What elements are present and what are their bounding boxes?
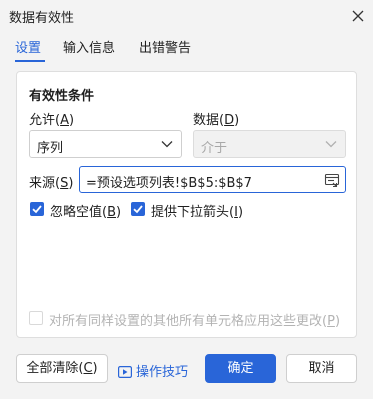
section-title: 有效性条件	[29, 89, 95, 104]
source-label: 来源(S)	[29, 176, 74, 191]
in-cell-dropdown-checkbox[interactable]	[131, 202, 145, 216]
source-input[interactable]: =预设选项列表!$B$5:$B$7	[79, 166, 346, 193]
tab-bar: 设置 输入信息 出错警告	[0, 34, 373, 62]
tips-link[interactable]: 操作技巧	[118, 361, 188, 380]
allow-value: 序列	[37, 141, 64, 156]
validation-criteria-panel: 有效性条件 允许(A) 序列 数据(D) 介于 来源(S) =预设选项列表!$B…	[16, 71, 357, 338]
checkmark-icon	[32, 205, 42, 214]
allow-select[interactable]: 序列	[29, 130, 182, 158]
data-label: 数据(D)	[193, 113, 240, 128]
data-validation-dialog: 数据有效性 设置 输入信息 出错警告 有效性条件 允许(A) 序列 数据(D) …	[0, 0, 373, 399]
ignore-blank-label[interactable]: 忽略空值(B)	[50, 201, 121, 220]
cancel-button[interactable]: 取消	[286, 354, 357, 383]
data-value: 介于	[201, 141, 228, 156]
allow-label: 允许(A)	[29, 113, 75, 128]
clear-all-button[interactable]: 全部清除(C)	[16, 354, 108, 383]
in-cell-dropdown-label[interactable]: 提供下拉箭头(I)	[151, 201, 243, 220]
source-value: =预设选项列表!$B$5:$B$7	[86, 176, 252, 191]
close-button[interactable]	[346, 4, 370, 28]
title-bar: 数据有效性	[0, 0, 373, 32]
chevron-down-icon	[325, 141, 337, 148]
ignore-blank-checkbox[interactable]	[30, 202, 44, 216]
close-icon	[352, 10, 364, 22]
ok-button[interactable]: 确定	[205, 354, 276, 383]
dialog-title: 数据有效性	[9, 11, 75, 26]
range-select-icon	[324, 173, 340, 188]
apply-all-label: 对所有同样设置的其他所有单元格应用这些更改(P)	[49, 314, 341, 329]
play-video-icon	[118, 366, 133, 379]
range-picker-button[interactable]	[324, 172, 340, 192]
chevron-down-icon	[161, 141, 173, 148]
apply-all-checkbox[interactable]	[29, 311, 43, 325]
checkmark-icon	[133, 205, 143, 214]
tab-input-message[interactable]: 输入信息	[63, 37, 115, 56]
data-select[interactable]: 介于	[193, 130, 346, 158]
tab-settings[interactable]: 设置	[15, 37, 41, 56]
tab-error-alert[interactable]: 出错警告	[139, 37, 191, 56]
active-tab-indicator	[15, 60, 45, 62]
